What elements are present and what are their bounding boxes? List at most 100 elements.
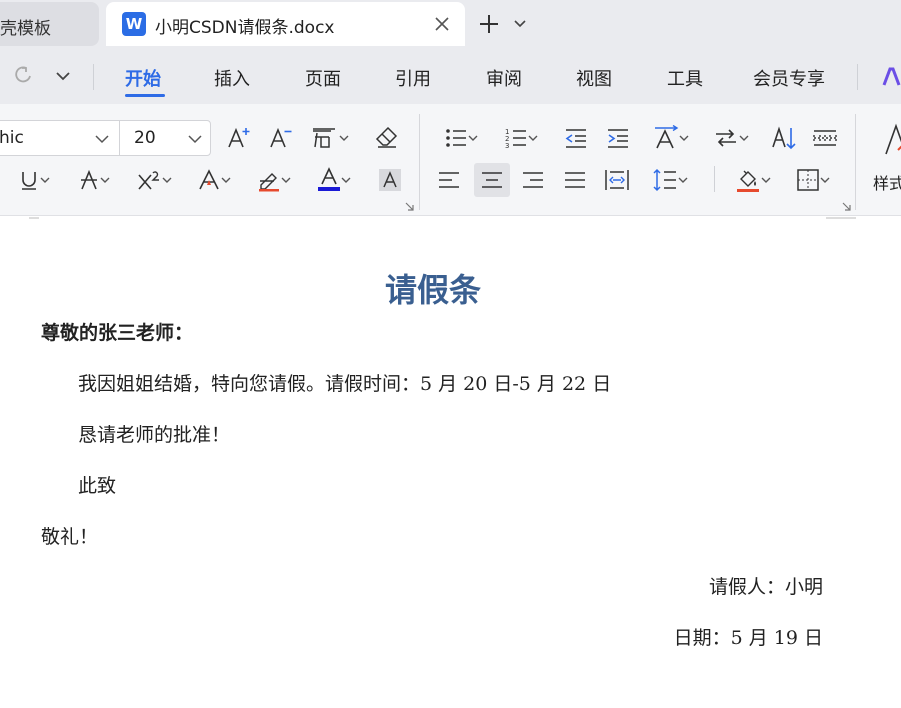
borders-icon (797, 169, 819, 191)
align-right-button[interactable] (513, 163, 553, 197)
line-spacing-icon (653, 168, 676, 192)
font-size-select[interactable]: 20 (119, 120, 211, 156)
styles-button[interactable]: 样式 (873, 170, 901, 194)
text-flow-button[interactable] (706, 121, 756, 155)
numbered-list-icon: 1 2 3 (505, 128, 526, 150)
chevron-down-icon (188, 135, 202, 144)
tab-bar: 壳模板 W 小明CSDN请假条.docx (0, 0, 901, 50)
text-direction-button[interactable] (646, 121, 696, 155)
bullet-list-icon (446, 129, 466, 147)
quick-access-chevron-icon[interactable] (55, 69, 71, 83)
margin-corner-mark (826, 217, 856, 219)
decrease-indent-button[interactable] (556, 121, 596, 155)
divider (419, 114, 420, 210)
chevron-down-icon (739, 135, 749, 141)
tab-list-chevron-icon[interactable] (513, 16, 527, 30)
chevron-down-icon (820, 177, 830, 183)
strikethrough-button[interactable] (74, 163, 114, 197)
character-shading-button[interactable] (370, 163, 410, 197)
tab-view[interactable]: 视图 (576, 65, 612, 91)
tab-page[interactable]: 页面 (305, 65, 341, 91)
underline-button[interactable] (14, 163, 54, 197)
paint-bucket-icon (737, 170, 759, 192)
align-left-button[interactable] (429, 163, 469, 197)
body-paragraph: 我因姐姐结婚，特向您请假。请假时间：5 月 20 日-5 月 22 日 (78, 373, 612, 395)
tab-member[interactable]: 会员专享 (753, 65, 825, 91)
ribbon-tabs: 开始 插入 页面 引用 审阅 视图 工具 会员专享 (0, 50, 901, 104)
shrink-font-button[interactable] (261, 121, 301, 155)
text-direction-icon (655, 125, 679, 149)
tab-review[interactable]: 审阅 (486, 65, 522, 91)
close-icon[interactable] (433, 15, 451, 33)
eraser-icon (375, 126, 398, 148)
new-tab-plus-icon[interactable] (477, 12, 501, 36)
chevron-down-icon (162, 177, 172, 183)
styles-icon[interactable] (884, 122, 901, 156)
line-spacing-button[interactable] (644, 163, 696, 197)
underline-icon (22, 172, 36, 190)
chevron-down-icon (95, 135, 109, 144)
document-page[interactable]: 请假条 尊敬的张三老师： 我因姐姐结婚，特向您请假。请假时间：5 月 20 日-… (0, 217, 901, 708)
chevron-down-icon (40, 177, 50, 183)
shrink-font-icon (270, 127, 292, 148)
chevron-down-icon (528, 135, 538, 141)
font-size-value: 20 (134, 128, 156, 148)
divider (714, 166, 715, 192)
tab-references[interactable]: 引用 (395, 65, 431, 91)
decrease-indent-icon (565, 129, 586, 148)
align-left-icon (439, 172, 459, 188)
distribute-icon (605, 170, 629, 190)
clear-format-button[interactable] (367, 121, 407, 155)
chevron-down-icon (468, 135, 478, 141)
numbered-list-button[interactable]: 1 2 3 (496, 121, 546, 155)
redo-icon[interactable] (12, 64, 34, 86)
chevron-down-icon (221, 177, 231, 183)
swap-arrows-icon (716, 129, 736, 147)
grow-font-button[interactable] (219, 121, 259, 155)
phonetic-guide-button[interactable] (309, 121, 349, 155)
strikethrough-icon (81, 169, 97, 190)
font-name-value: hic (0, 128, 24, 148)
increase-indent-button[interactable] (598, 121, 638, 155)
tab-previous[interactable]: 壳模板 (0, 2, 99, 46)
font-dialog-launcher-icon[interactable] (405, 202, 414, 211)
increase-indent-icon (608, 129, 628, 148)
closing-line: 敬礼！ (41, 526, 99, 548)
tab-tools[interactable]: 工具 (667, 65, 703, 91)
align-right-icon (523, 172, 543, 188)
superscript-button[interactable] (134, 163, 174, 197)
highlight-button[interactable] (254, 163, 294, 197)
divider (855, 114, 856, 210)
text-effect-button[interactable] (194, 163, 234, 197)
chevron-down-icon (281, 177, 291, 183)
svg-text:3: 3 (505, 142, 509, 150)
divider (93, 64, 94, 90)
active-tab-underline (125, 94, 165, 97)
chevron-down-icon (679, 135, 689, 141)
justify-button[interactable] (555, 163, 595, 197)
sort-button[interactable] (764, 121, 804, 155)
font-color-button[interactable] (314, 163, 354, 197)
closing-line: 此致 (78, 475, 117, 497)
tab-insert[interactable]: 插入 (214, 65, 250, 91)
borders-button[interactable] (788, 163, 838, 197)
signature: 请假人：小明 (708, 576, 823, 598)
table-grid-button[interactable] (805, 121, 845, 155)
paragraph-shading-button[interactable] (728, 163, 778, 197)
date-line: 日期：5 月 19 日 (673, 627, 823, 649)
chevron-down-icon (339, 135, 349, 141)
ai-assistant-icon[interactable] (882, 67, 901, 87)
character-shading-icon (379, 169, 401, 191)
margin-corner-mark (29, 217, 39, 219)
align-center-icon (482, 172, 502, 188)
chevron-down-icon (100, 177, 110, 183)
tab-active-document[interactable]: W 小明CSDN请假条.docx (106, 2, 465, 46)
sort-icon (772, 126, 796, 150)
bullet-list-button[interactable] (436, 121, 486, 155)
font-name-select[interactable]: hic (0, 120, 120, 156)
tab-active-label: 小明CSDN请假条.docx (155, 18, 335, 38)
tab-home[interactable]: 开始 (125, 65, 161, 91)
phonetic-guide-icon (313, 128, 335, 148)
align-center-button[interactable] (474, 163, 510, 197)
distributed-align-button[interactable] (597, 163, 637, 197)
